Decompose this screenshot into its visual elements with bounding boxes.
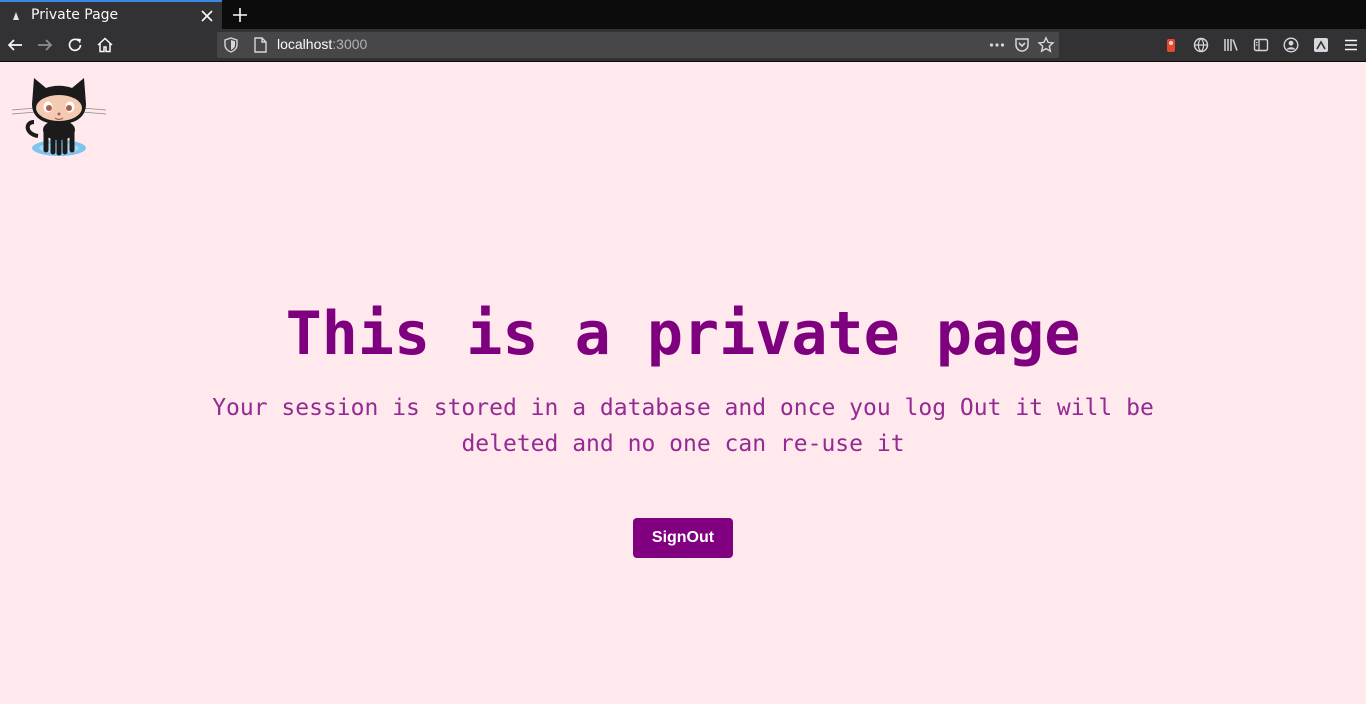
favicon-icon <box>13 12 19 20</box>
home-icon[interactable] <box>96 36 114 54</box>
globe-icon[interactable] <box>1192 36 1210 54</box>
back-icon[interactable] <box>6 36 24 54</box>
sidebar-icon[interactable] <box>1252 36 1270 54</box>
account-icon[interactable] <box>1282 36 1300 54</box>
tab-bar: Private Page <box>0 0 1366 29</box>
page-actions-icon[interactable] <box>988 36 1006 54</box>
extension-icon[interactable] <box>1162 36 1180 54</box>
url-bar[interactable]: localhost:3000 <box>217 32 1059 58</box>
session-description: Your session is stored in a database and… <box>212 395 1154 457</box>
containers-icon[interactable] <box>1312 36 1330 54</box>
pocket-icon[interactable] <box>1013 36 1031 54</box>
page-info-icon[interactable] <box>251 36 269 54</box>
navigation-bar: localhost:3000 <box>0 29 1366 62</box>
active-tab[interactable]: Private Page <box>0 0 222 29</box>
menu-icon[interactable] <box>1342 36 1360 54</box>
close-tab-icon[interactable] <box>199 8 215 24</box>
tab-title: Private Page <box>31 7 119 23</box>
library-icon[interactable] <box>1222 36 1240 54</box>
page-heading: This is a private page <box>285 299 1081 369</box>
bookmark-star-icon[interactable] <box>1037 36 1055 54</box>
octocat-logo <box>11 78 107 156</box>
reload-icon[interactable] <box>66 36 84 54</box>
forward-icon[interactable] <box>36 36 54 54</box>
new-tab-icon[interactable] <box>231 6 249 24</box>
url-text[interactable]: localhost:3000 <box>277 36 367 52</box>
tracking-protection-icon[interactable] <box>222 36 240 54</box>
signout-button[interactable]: SignOut <box>633 518 733 558</box>
